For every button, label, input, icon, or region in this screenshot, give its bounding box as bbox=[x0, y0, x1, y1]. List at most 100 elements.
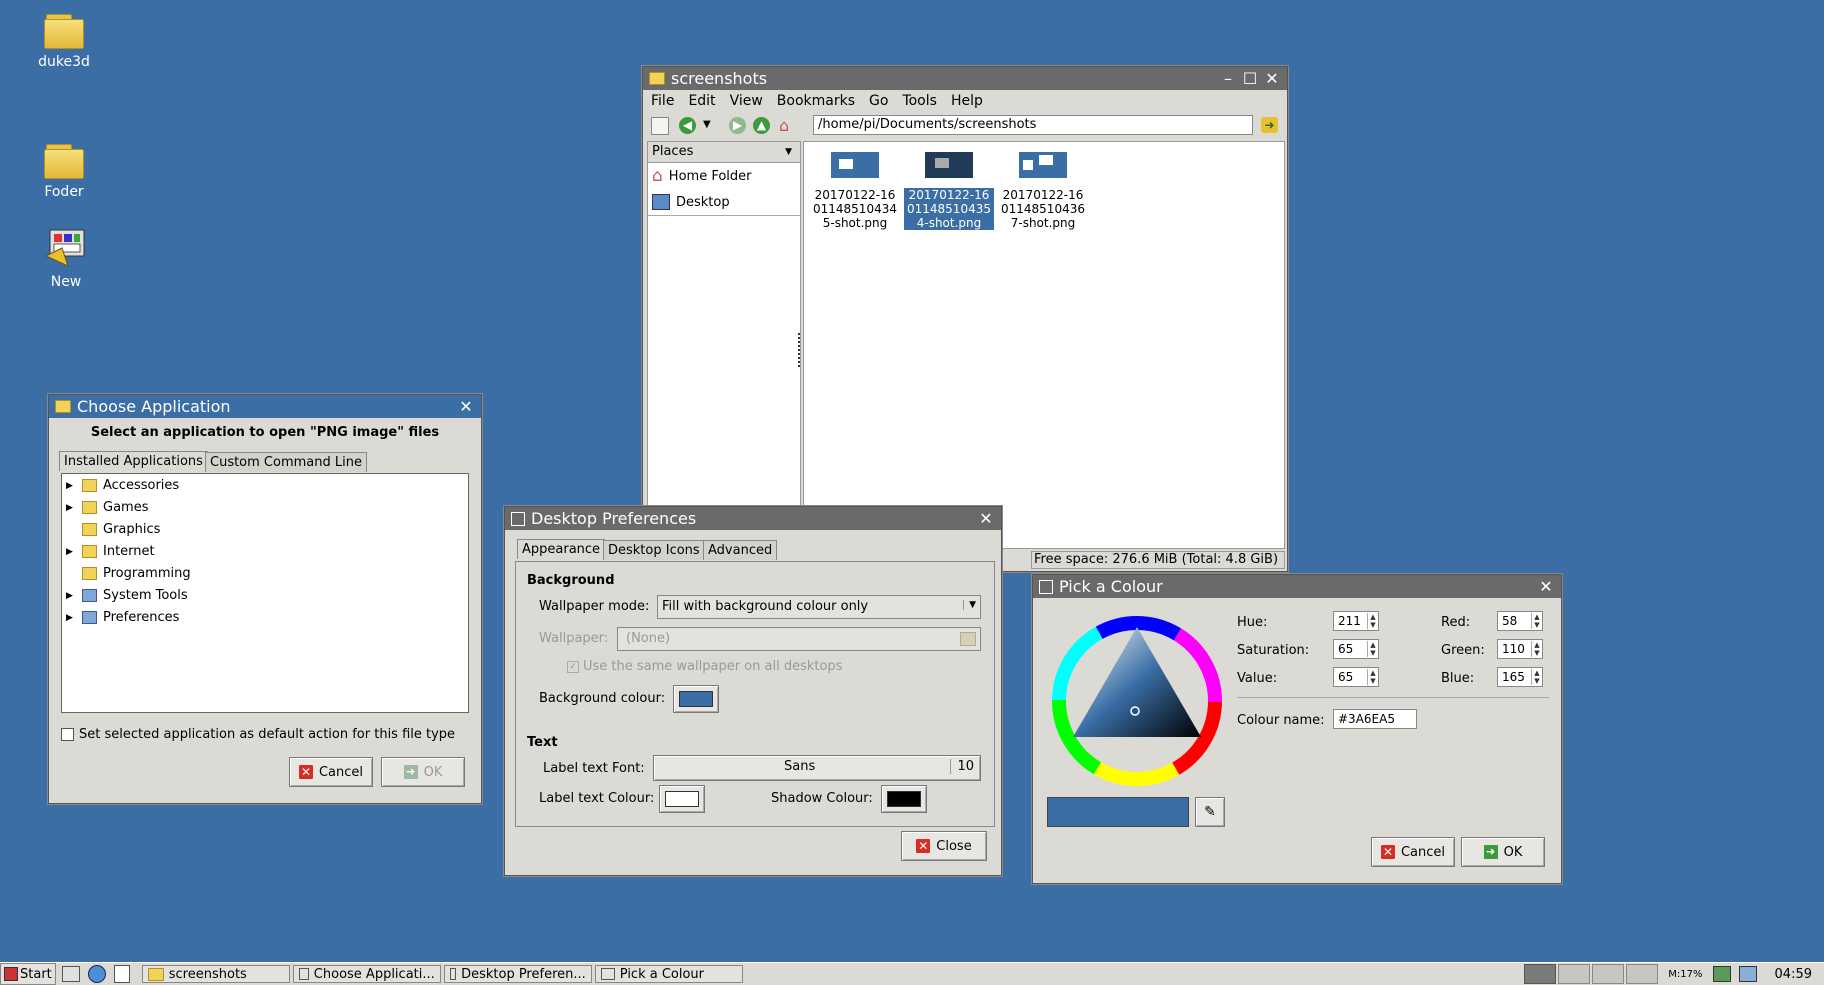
expander-icon[interactable]: ▶ bbox=[66, 481, 76, 491]
tab-advanced[interactable]: Advanced bbox=[703, 540, 778, 560]
tab-appearance[interactable]: Appearance bbox=[517, 539, 606, 559]
blue-stepper-icon[interactable]: ▲ ▼ bbox=[1531, 669, 1542, 685]
start-button[interactable]: Start bbox=[0, 963, 56, 985]
green-stepper-icon[interactable]: ▲ ▼ bbox=[1531, 641, 1542, 657]
window-menu-icon[interactable] bbox=[511, 511, 525, 526]
tree-item-games[interactable]: ▶ Games bbox=[66, 500, 148, 515]
desktop-icon-foder[interactable]: Foder bbox=[16, 144, 112, 200]
task-pick-a-colour[interactable]: Pick a Colour bbox=[594, 965, 743, 983]
file-manager-launcher-icon[interactable] bbox=[61, 966, 80, 982]
menubar: File Edit View Bookmarks Go Tools Help bbox=[643, 90, 1287, 112]
menu-view[interactable]: View bbox=[730, 93, 763, 109]
eyedropper-button[interactable]: ✎ bbox=[1195, 797, 1225, 827]
hue-stepper-icon[interactable]: ▲ ▼ bbox=[1367, 613, 1378, 629]
wallpaper-mode-select[interactable]: Fill with background colour only ▼ bbox=[657, 595, 981, 619]
workspace-4[interactable] bbox=[1626, 964, 1659, 984]
value-stepper-icon[interactable]: ▲ ▼ bbox=[1367, 669, 1378, 685]
ok-button[interactable]: ➜ OK bbox=[1461, 837, 1545, 867]
task-label: screenshots bbox=[168, 966, 247, 982]
window-icon bbox=[600, 968, 615, 980]
menu-bookmarks[interactable]: Bookmarks bbox=[777, 93, 855, 109]
menu-edit[interactable]: Edit bbox=[688, 93, 715, 109]
sidebar-item-desktop[interactable]: Desktop bbox=[648, 189, 800, 216]
workspace-2[interactable] bbox=[1558, 964, 1591, 984]
workspace-pager[interactable] bbox=[1524, 964, 1659, 984]
home-icon[interactable]: ⌂ bbox=[779, 116, 789, 135]
red-stepper-icon[interactable]: ▲ ▼ bbox=[1531, 613, 1542, 629]
maximize-button[interactable]: ☐ bbox=[1241, 69, 1259, 88]
cancel-button[interactable]: ✕ Cancel bbox=[1371, 837, 1455, 867]
tree-item-accessories[interactable]: ▶ Accessories bbox=[66, 478, 179, 493]
go-icon[interactable]: ➜ bbox=[1261, 117, 1278, 133]
expander-icon[interactable]: ▶ bbox=[66, 503, 76, 513]
minimize-button[interactable]: – bbox=[1219, 69, 1237, 88]
folder-icon bbox=[82, 567, 97, 580]
default-action-checkbox-row[interactable]: Set selected application as default acti… bbox=[61, 727, 455, 742]
history-dropdown-icon[interactable]: ▼ bbox=[703, 119, 711, 130]
path-input[interactable]: /home/pi/Documents/screenshots bbox=[813, 115, 1253, 135]
close-button[interactable]: ✕ bbox=[1537, 577, 1555, 596]
task-desktop-preferences[interactable]: Desktop Preferen... bbox=[443, 965, 592, 983]
tree-item-internet[interactable]: ▶ Internet bbox=[66, 544, 155, 559]
close-button[interactable]: ✕ bbox=[977, 509, 995, 528]
shadow-colour-button[interactable] bbox=[881, 785, 927, 813]
menu-help[interactable]: Help bbox=[951, 93, 983, 109]
tab-custom-command-line[interactable]: Custom Command Line bbox=[205, 452, 367, 472]
tree-item-system-tools[interactable]: ▶ System Tools bbox=[66, 588, 188, 603]
workspace-3[interactable] bbox=[1592, 964, 1625, 984]
choose-application-dialog: Choose Application ✕ Select an applicati… bbox=[48, 394, 482, 804]
dialog-titlebar[interactable]: Desktop Preferences ✕ bbox=[505, 507, 1001, 530]
expander-icon[interactable]: ▶ bbox=[66, 613, 76, 623]
label-colour-button[interactable] bbox=[659, 785, 705, 813]
sidebar-item-home[interactable]: ⌂ Home Folder bbox=[648, 163, 800, 189]
file-item[interactable]: 20170122-16 01148510436 7-shot.png bbox=[998, 152, 1088, 230]
new-tab-icon[interactable] bbox=[651, 117, 669, 135]
up-icon[interactable]: ▲ bbox=[753, 117, 770, 134]
menu-tools[interactable]: Tools bbox=[902, 93, 937, 109]
close-button[interactable]: ✕ bbox=[457, 397, 475, 416]
hue-ring-triangle[interactable] bbox=[1047, 611, 1227, 791]
tab-desktop-icons[interactable]: Desktop Icons bbox=[603, 540, 705, 560]
ok-button[interactable]: ➜ OK bbox=[381, 757, 465, 787]
expander-icon[interactable]: ▶ bbox=[66, 591, 76, 601]
close-dialog-button[interactable]: ✕ Close bbox=[901, 831, 987, 861]
close-button[interactable]: ✕ bbox=[1263, 69, 1281, 88]
tab-installed-applications[interactable]: Installed Applications bbox=[59, 451, 208, 471]
tree-item-preferences[interactable]: ▶ Preferences bbox=[66, 610, 179, 625]
dialog-titlebar[interactable]: Pick a Colour ✕ bbox=[1033, 575, 1561, 598]
file-item[interactable]: 20170122-16 01148510434 5-shot.png bbox=[810, 152, 900, 230]
file-item-selected[interactable]: 20170122-16 01148510435 4-shot.png bbox=[904, 152, 994, 230]
desktop-icon-new[interactable]: New bbox=[18, 226, 114, 290]
browser-launcher-icon[interactable] bbox=[87, 965, 106, 983]
menu-file[interactable]: File bbox=[651, 93, 674, 109]
window-menu-icon[interactable] bbox=[1039, 579, 1053, 594]
task-screenshots[interactable]: screenshots bbox=[141, 965, 290, 983]
tree-item-graphics[interactable]: Graphics bbox=[66, 522, 160, 537]
places-header[interactable]: Places ▼ bbox=[648, 142, 800, 163]
network-icon[interactable] bbox=[1712, 966, 1731, 982]
background-colour-button[interactable] bbox=[673, 685, 719, 713]
menu-go[interactable]: Go bbox=[869, 93, 888, 109]
button-label: OK bbox=[423, 764, 443, 780]
desktop-icon-duke3d[interactable]: duke3d bbox=[16, 14, 112, 70]
image-thumbnail-icon bbox=[831, 152, 879, 178]
workspace-1[interactable] bbox=[1524, 964, 1557, 984]
expander-icon[interactable]: ▶ bbox=[66, 547, 76, 557]
close-icon: ✕ bbox=[916, 839, 931, 853]
start-icon bbox=[4, 967, 18, 981]
file-manager-titlebar[interactable]: screenshots – ☐ ✕ bbox=[643, 67, 1287, 90]
forward-icon[interactable]: ▶ bbox=[729, 117, 746, 134]
task-choose-application[interactable]: Choose Applicati... bbox=[292, 965, 441, 983]
folder-icon bbox=[55, 400, 71, 413]
cancel-button[interactable]: ✕ Cancel bbox=[289, 757, 373, 787]
saturation-stepper-icon[interactable]: ▲ ▼ bbox=[1367, 641, 1378, 657]
colour-swatch bbox=[665, 791, 699, 807]
colour-name-input[interactable]: #3A6EA5 bbox=[1333, 709, 1417, 729]
label-font-button[interactable]: Sans 10 bbox=[653, 755, 981, 781]
text-editor-launcher-icon[interactable] bbox=[113, 965, 130, 983]
dialog-titlebar[interactable]: Choose Application ✕ bbox=[49, 395, 481, 418]
volume-icon[interactable] bbox=[1738, 966, 1757, 982]
tree-item-programming[interactable]: Programming bbox=[66, 566, 191, 581]
default-action-checkbox[interactable] bbox=[61, 728, 74, 741]
back-icon[interactable]: ◀ bbox=[679, 117, 696, 134]
